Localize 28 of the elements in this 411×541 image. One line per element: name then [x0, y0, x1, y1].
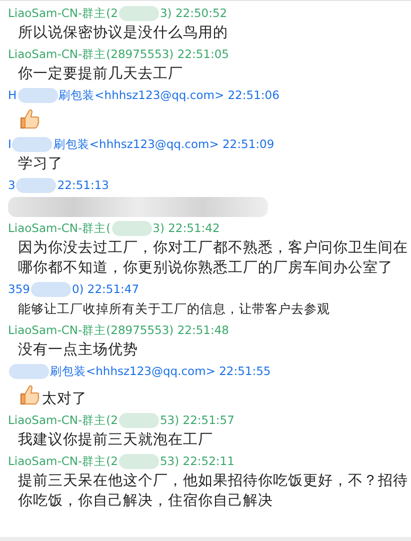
- message-text: 所以说保密协议是没什么鸟用的: [18, 24, 228, 43]
- sender-name: H: [8, 88, 17, 102]
- message-text: 能够让工厂收掉所有关于工厂的信息，让带客户去参观: [18, 300, 330, 318]
- message-text: 我建议你提前三天就泡在工厂: [18, 430, 213, 450]
- sender-name: 53) 22:52:11: [160, 454, 234, 468]
- sender-name: 22:51:13: [57, 178, 109, 192]
- sender-name: LiaoSam-CN-群主(2: [8, 454, 118, 468]
- sender-name: 刷包装<hhhsz123@qq.com> 22:51:09: [53, 136, 274, 152]
- sender-name: 3: [8, 178, 16, 192]
- sender-name: 刷包装<hhhsz123@qq.com> 22:51:06: [58, 88, 280, 102]
- sender-name: 53) 22:51:57: [160, 413, 234, 427]
- sender-name: LiaoSam-CN-群主(28975553) 22:51:05: [8, 46, 229, 62]
- sender-name: 3) 22:50:52: [160, 6, 228, 20]
- message-text: 没有一点主场优势: [18, 340, 138, 360]
- sender-name: 359: [8, 282, 30, 296]
- message-text: 因为你没去过工厂，你对工厂都不熟悉，客户问你卫生间在哪你都不知道，你更别说你熟悉工厂的厂房车间办公室了: [18, 238, 409, 278]
- sender-name: 刷包装<hhhsz123@qq.com> 22:51:55: [50, 364, 271, 378]
- sender-name: LiaoSam-CN-群主(2: [8, 6, 118, 20]
- sender-name: LiaoSam-CN-群主(2: [8, 412, 118, 428]
- message-text: 学习了: [18, 155, 63, 174]
- sender-name: I: [8, 137, 12, 151]
- message-text: 太对了: [42, 390, 87, 409]
- sender-name: 3) 22:51:42: [152, 221, 220, 235]
- message-text: 你一定要提前几天去工厂: [18, 64, 183, 84]
- sender-name: 0) 22:51:47: [72, 282, 140, 296]
- sender-name: LiaoSam-CN-群主(28975553) 22:51:48: [8, 322, 229, 338]
- message-text: 提前三天呆在他这个厂，他如果招待你吃饭更好，不？招待你吃饭，你自己解决，住宿你自己解决: [18, 472, 409, 511]
- sender-name: LiaoSam-CN-群主(: [8, 220, 111, 236]
